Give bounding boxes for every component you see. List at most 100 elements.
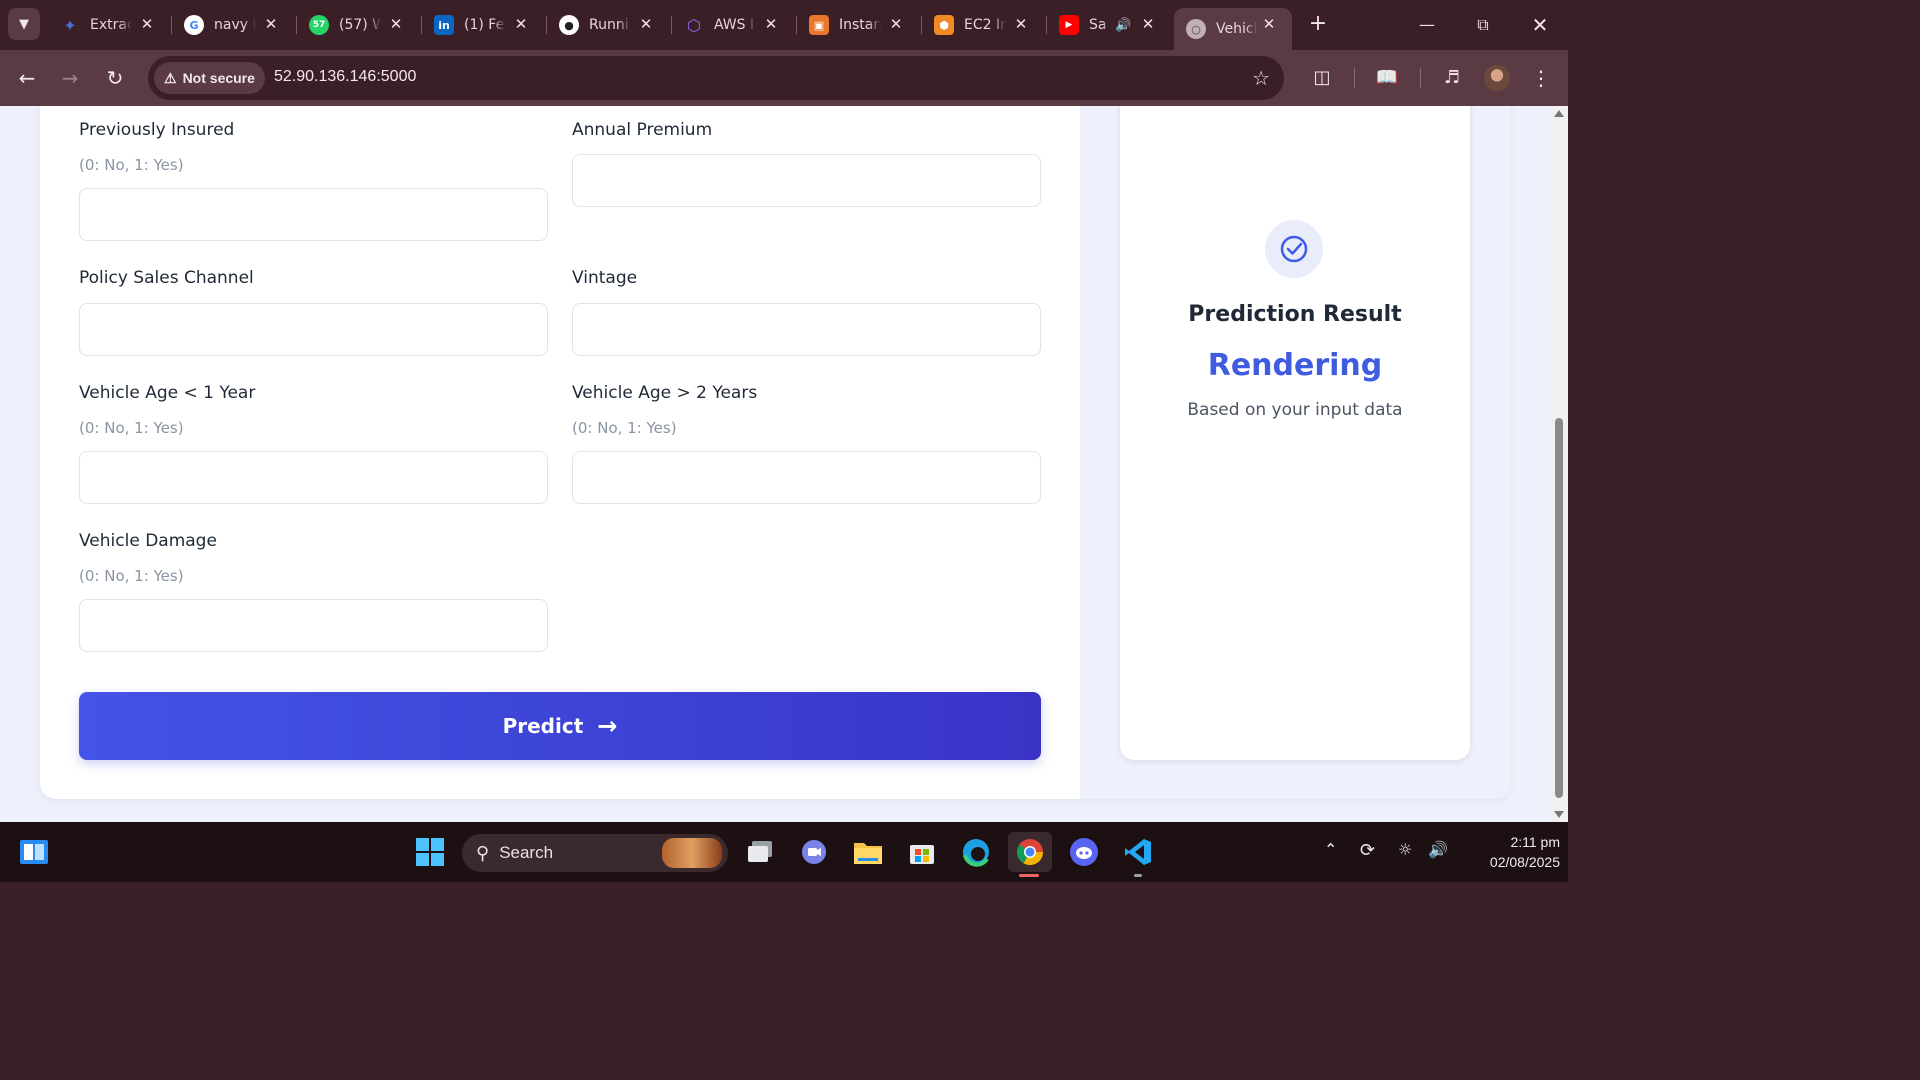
bookmark-star-icon[interactable]: ☆ [1252, 66, 1270, 90]
browser-tab[interactable]: ▶ Sa 🔊 ✕ [1047, 8, 1171, 42]
os-taskbar: ⚲ Search ⌃ ⟳ ☼ 🔊 2:11 pm 02/08/2025 [0, 822, 1568, 882]
browser-tab-strip: ▼ ✦ Extrac ✕ G navy l ✕ 57 (57) W ✕ in (… [0, 0, 1568, 50]
search-icon: ⚲ [476, 842, 490, 863]
ec2-icon: ⬢ [934, 15, 954, 35]
file-explorer-icon[interactable] [850, 834, 886, 870]
field-label: Vehicle Age < 1 Year [79, 383, 256, 403]
chrome-active-indicator [1019, 874, 1039, 877]
browser-tab[interactable]: ✦ Extrac ✕ [48, 8, 170, 42]
chrome-browser-icon[interactable] [1008, 832, 1052, 872]
close-icon[interactable]: ✕ [262, 15, 280, 33]
restore-icon[interactable]: ⧉ [1468, 10, 1498, 40]
task-view-icon[interactable] [742, 834, 778, 870]
field-label: Vintage [572, 268, 638, 288]
close-icon[interactable]: ✕ [637, 15, 655, 33]
browser-tab[interactable]: in (1) Fe ✕ [422, 8, 544, 42]
close-icon[interactable]: ✕ [138, 15, 156, 33]
more-menu-icon[interactable]: ⋮ [1527, 64, 1555, 92]
page-viewport: Previously Insured (0: No, 1: Yes) Annua… [0, 106, 1550, 822]
reading-mode-icon[interactable]: 📖 [1373, 64, 1401, 92]
browser-tab[interactable]: ▣ Instan ✕ [797, 8, 919, 42]
predict-button[interactable]: Predict → [79, 692, 1041, 760]
close-icon[interactable]: ✕ [387, 15, 405, 33]
minimize-icon[interactable]: — [1412, 10, 1442, 40]
site-security-chip[interactable]: ⚠ Not secure [154, 62, 265, 94]
field-hint: (0: No, 1: Yes) [79, 419, 184, 437]
widgets-icon[interactable] [16, 834, 52, 870]
annual-premium-input[interactable] [572, 154, 1041, 207]
close-icon[interactable]: ✕ [1139, 15, 1157, 33]
github-icon: ● [559, 15, 579, 35]
policy-sales-channel-input[interactable] [79, 303, 548, 356]
tab-search-menu-button[interactable]: ▼ [8, 8, 40, 40]
chevron-down-icon: ▼ [19, 16, 29, 32]
page-scrollbar[interactable] [1550, 106, 1568, 822]
taskbar-search-box[interactable]: ⚲ Search [462, 834, 728, 872]
google-icon: G [184, 15, 204, 35]
result-subtitle: Based on your input data [1187, 400, 1403, 420]
volume-icon[interactable]: 🔊 [1428, 840, 1448, 859]
sync-icon[interactable]: ⟳ [1360, 840, 1375, 861]
field-hint: (0: No, 1: Yes) [79, 567, 184, 585]
prediction-form-card: Previously Insured (0: No, 1: Yes) Annua… [40, 106, 1510, 799]
extract-icon: ✦ [63, 15, 77, 35]
edge-browser-icon[interactable] [958, 834, 994, 870]
vehicle-age-lt-1-input[interactable] [79, 451, 548, 504]
media-controls-icon[interactable]: ♬ [1438, 64, 1466, 92]
url-text[interactable]: 52.90.136.146:5000 [274, 68, 416, 86]
browser-tab[interactable]: G navy l ✕ [172, 8, 294, 42]
close-icon[interactable]: ✕ [762, 15, 780, 33]
profile-avatar[interactable] [1484, 65, 1510, 91]
window-close-icon[interactable]: ✕ [1525, 10, 1555, 40]
back-arrow-icon[interactable]: ← [13, 64, 41, 92]
browser-toolbar: ← → ↻ ⚠ Not secure 52.90.136.146:5000 ☆ … [0, 50, 1568, 106]
forward-arrow-icon[interactable]: → [56, 64, 84, 92]
address-bar[interactable]: ⚠ Not secure 52.90.136.146:5000 ☆ [148, 56, 1284, 100]
warning-triangle-icon: ⚠ [164, 69, 177, 86]
field-label: Previously Insured [79, 120, 235, 140]
field-hint: (0: No, 1: Yes) [572, 419, 677, 437]
toolbar-divider [1420, 68, 1421, 88]
windows-start-icon[interactable] [412, 834, 448, 870]
scroll-thumb[interactable] [1555, 418, 1563, 798]
result-value: Rendering [1207, 348, 1383, 383]
globe-icon: ○ [1186, 19, 1206, 39]
reload-icon[interactable]: ↻ [101, 64, 129, 92]
vscode-icon[interactable] [1120, 834, 1156, 870]
teams-chat-icon[interactable] [796, 834, 832, 870]
linkedin-icon: in [434, 15, 454, 35]
vintage-input[interactable] [572, 303, 1041, 356]
field-label: Vehicle Age > 2 Years [572, 383, 758, 403]
field-label: Annual Premium [572, 120, 713, 140]
wifi-icon[interactable]: ☼ [1398, 840, 1412, 859]
browser-tab[interactable]: 57 (57) W ✕ [297, 8, 419, 42]
browser-tab[interactable]: ● Runni ✕ [547, 8, 669, 42]
speaker-icon[interactable]: 🔊 [1115, 18, 1131, 33]
vscode-running-indicator [1134, 874, 1142, 877]
browser-tab-active[interactable]: ○ Vehicl ✕ [1174, 8, 1292, 50]
discord-icon[interactable] [1066, 834, 1102, 870]
vehicle-age-gt-2-input[interactable] [572, 451, 1041, 504]
microsoft-store-icon[interactable] [904, 834, 940, 870]
extensions-puzzle-icon[interactable]: ◫ [1308, 64, 1336, 92]
system-clock[interactable]: 2:11 pm 02/08/2025 [1466, 832, 1560, 872]
instance-icon: ▣ [809, 15, 829, 35]
close-icon[interactable]: ✕ [1260, 15, 1278, 33]
close-icon[interactable]: ✕ [512, 15, 530, 33]
new-tab-plus-icon[interactable]: + [1306, 12, 1330, 36]
close-icon[interactable]: ✕ [1012, 15, 1030, 33]
browser-tab[interactable]: ⬢ EC2 Ir ✕ [922, 8, 1044, 42]
field-hint: (0: No, 1: Yes) [79, 156, 184, 174]
vehicle-damage-input[interactable] [79, 599, 548, 652]
browser-tab[interactable]: ⬡ AWS I ✕ [672, 8, 794, 42]
scroll-up-arrow-icon[interactable] [1554, 110, 1564, 117]
check-circle-icon [1265, 220, 1323, 278]
result-side-panel: Prediction Result Rendering Based on you… [1080, 106, 1510, 799]
prediction-result-card: Prediction Result Rendering Based on you… [1120, 106, 1470, 760]
previously-insured-input[interactable] [79, 188, 548, 241]
aws-cube-icon: ⬡ [687, 15, 701, 35]
whatsapp-icon: 57 [309, 15, 329, 35]
scroll-down-arrow-icon[interactable] [1554, 811, 1564, 818]
close-icon[interactable]: ✕ [887, 15, 905, 33]
chevron-up-icon[interactable]: ⌃ [1324, 840, 1337, 859]
